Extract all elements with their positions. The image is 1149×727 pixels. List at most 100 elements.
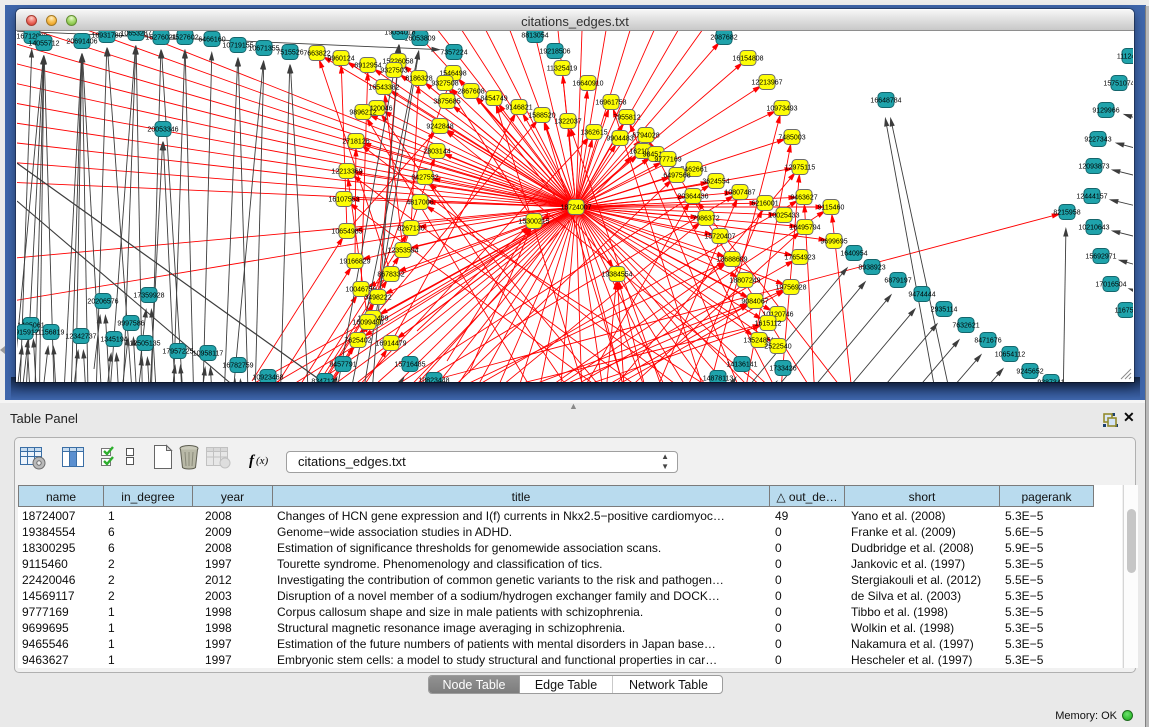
svg-text:8912954: 8912954	[354, 63, 381, 70]
svg-text:16495794: 16495794	[789, 225, 820, 232]
svg-text:10688609: 10688609	[716, 257, 747, 264]
svg-text:16543382: 16543382	[368, 85, 399, 92]
svg-text:7986372: 7986372	[692, 216, 719, 223]
svg-text:9245652: 9245652	[1016, 369, 1043, 376]
svg-text:2718126: 2718126	[342, 139, 369, 146]
svg-text:(x): (x)	[256, 455, 269, 467]
svg-text:12505135: 12505135	[129, 341, 160, 348]
svg-text:3498222: 3498222	[364, 295, 391, 302]
svg-text:15751074: 15751074	[1103, 81, 1133, 88]
svg-text:10654985: 10654985	[331, 229, 362, 236]
svg-text:16154808: 16154808	[732, 56, 763, 63]
svg-text:16648784: 16648784	[870, 98, 901, 105]
svg-text:1640954: 1640954	[840, 251, 867, 258]
svg-text:6216001: 6216001	[751, 201, 778, 208]
svg-text:4817006: 4817006	[406, 200, 433, 207]
svg-text:2803144: 2803144	[423, 149, 450, 156]
svg-text:9457791: 9457791	[329, 362, 356, 369]
svg-text:9896212: 9896212	[349, 110, 376, 117]
svg-text:18931780: 18931780	[91, 33, 122, 40]
svg-text:1733426: 1733426	[769, 366, 796, 373]
svg-text:16099490: 16099490	[352, 320, 383, 327]
svg-text:10923468: 10923468	[252, 375, 283, 382]
svg-text:9387341: 9387341	[1037, 380, 1064, 383]
svg-text:f: f	[249, 453, 256, 469]
svg-text:19218506: 19218506	[539, 49, 570, 56]
svg-text:8454749: 8454749	[480, 96, 507, 103]
svg-text:20053346: 20053346	[147, 127, 178, 134]
svg-text:8186328: 8186328	[405, 76, 432, 83]
svg-text:17957225: 17957225	[162, 349, 193, 356]
svg-text:3915912: 3915912	[17, 330, 39, 337]
svg-text:9146821: 9146821	[505, 105, 532, 112]
svg-text:16914479: 16914479	[375, 341, 406, 348]
svg-text:9960124: 9960124	[327, 56, 354, 63]
svg-text:2087682: 2087682	[710, 35, 737, 42]
svg-text:7485003: 7485003	[778, 135, 805, 142]
svg-text:7632621: 7632621	[952, 323, 979, 330]
svg-text:15716485: 15716485	[394, 362, 425, 369]
svg-text:6879197: 6879197	[884, 278, 911, 285]
svg-text:14878113: 14878113	[703, 376, 734, 383]
svg-text:9904483: 9904483	[606, 136, 633, 143]
svg-text:16961758: 16961758	[595, 100, 626, 107]
svg-text:14136141: 14136141	[726, 362, 757, 369]
svg-text:2867608: 2867608	[457, 89, 484, 96]
svg-text:9327503: 9327503	[380, 68, 407, 75]
svg-text:3624554: 3624554	[702, 179, 729, 186]
svg-text:10823448: 10823448	[418, 378, 449, 383]
svg-text:17359928: 17359928	[133, 293, 164, 300]
svg-text:6497568: 6497568	[663, 173, 690, 180]
svg-text:10654112: 10654112	[995, 352, 1026, 359]
svg-text:7955812: 7955812	[613, 115, 640, 122]
svg-text:10025433: 10025433	[768, 213, 799, 220]
svg-text:9115460: 9115460	[818, 205, 845, 212]
svg-text:10210643: 10210643	[1078, 225, 1109, 232]
svg-text:8938923: 8938923	[858, 265, 885, 272]
svg-text:10671355: 10671355	[248, 46, 279, 53]
svg-text:1156819: 1156819	[38, 330, 65, 337]
svg-text:16107553: 16107553	[328, 197, 359, 204]
svg-text:2522540: 2522540	[764, 344, 791, 351]
svg-text:12342737: 12342737	[65, 334, 96, 341]
svg-text:6794028: 6794028	[632, 133, 659, 140]
svg-text:8471676: 8471676	[974, 338, 1001, 345]
svg-text:7515526: 7515526	[276, 50, 303, 57]
svg-text:16782759: 16782759	[222, 363, 253, 370]
svg-text:16640910: 16640910	[572, 81, 603, 88]
svg-text:18724007: 18724007	[560, 205, 591, 212]
svg-text:1345194: 1345194	[100, 337, 127, 344]
svg-text:16053809: 16053809	[404, 36, 435, 43]
svg-text:10973493: 10973493	[766, 106, 797, 113]
svg-text:18807249: 18807249	[729, 278, 760, 285]
svg-text:1362615: 1362615	[580, 130, 607, 137]
svg-text:7625402: 7625402	[344, 338, 371, 345]
svg-text:12213967: 12213967	[751, 80, 782, 87]
svg-text:9242848: 9242848	[426, 124, 453, 131]
svg-text:116753: 116753	[1115, 308, 1133, 315]
svg-text:19054018: 19054018	[384, 31, 415, 37]
svg-text:7357224: 7357224	[440, 50, 467, 57]
svg-text:17654923: 17654923	[784, 255, 815, 262]
svg-text:8347121: 8347121	[311, 379, 338, 383]
svg-text:1322037: 1322037	[554, 119, 581, 126]
svg-text:15720407: 15720407	[704, 234, 735, 241]
svg-text:1112480: 1112480	[1117, 54, 1133, 61]
svg-text:12213369: 12213369	[331, 169, 362, 176]
svg-text:8267130: 8267130	[397, 226, 424, 233]
svg-text:8813054: 8813054	[521, 33, 548, 40]
svg-text:12975115: 12975115	[785, 165, 816, 172]
svg-text:9129966: 9129966	[1092, 108, 1119, 115]
svg-text:19756928: 19756928	[775, 285, 806, 292]
svg-text:11325419: 11325419	[547, 66, 578, 73]
svg-text:19166829: 19166829	[339, 259, 370, 266]
svg-text:10958117: 10958117	[193, 351, 224, 358]
svg-text:12444157: 12444157	[1076, 194, 1107, 201]
svg-text:12093873: 12093873	[1078, 164, 1109, 171]
svg-text:15692971: 15692971	[1085, 254, 1116, 261]
svg-text:1615112: 1615112	[755, 321, 782, 328]
svg-text:20691406: 20691406	[66, 39, 97, 46]
svg-text:3875685: 3875685	[433, 99, 460, 106]
svg-text:9463627: 9463627	[790, 195, 817, 202]
svg-text:19384554: 19384554	[601, 272, 632, 279]
